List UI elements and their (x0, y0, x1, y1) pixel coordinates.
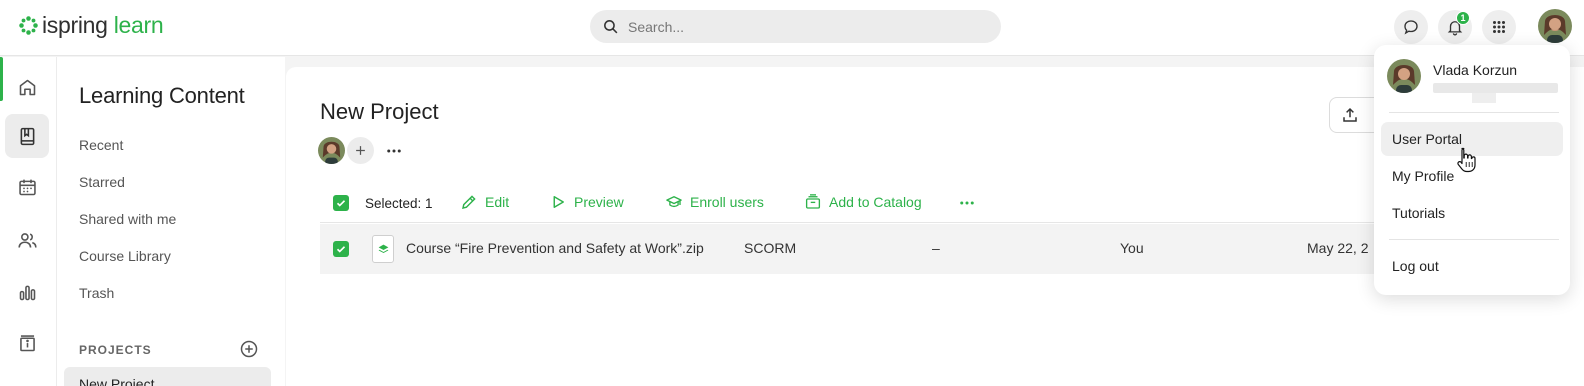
nav-reports[interactable] (5, 270, 49, 314)
info-icon (19, 334, 35, 351)
scorm-file-icon (372, 235, 394, 263)
selection-toolbar: Selected: 1 Edit Preview Enroll users Ad… (320, 185, 1400, 223)
check-icon (336, 246, 346, 253)
menu-item-log-out[interactable]: Log out (1381, 249, 1563, 283)
row-checkbox[interactable] (333, 241, 349, 257)
ispring-learn-logo[interactable]: ispring learn (18, 11, 164, 39)
avatar-image (318, 137, 345, 164)
file-date: May 22, 2 (1307, 240, 1369, 256)
notifications-button[interactable]: 1 (1438, 10, 1472, 44)
catalog-icon (805, 194, 821, 209)
calendar-icon (18, 179, 36, 195)
project-title: New Project (320, 99, 439, 124)
content-sidebar: Learning Content Recent Starred Shared w… (57, 57, 285, 386)
chart-icon (19, 285, 35, 300)
add-to-catalog-button[interactable]: Add to Catalog (804, 193, 922, 211)
add-project-icon[interactable] (239, 339, 259, 359)
project-more-button[interactable] (382, 139, 406, 163)
sidebar-link-course-library[interactable]: Course Library (79, 248, 171, 264)
member-avatar[interactable] (318, 137, 345, 164)
nav-calendar[interactable] (5, 165, 49, 209)
toolbar-more-button[interactable] (956, 194, 978, 212)
hand-pointer-cursor-icon (1457, 147, 1476, 173)
file-owner: You (1120, 240, 1144, 256)
chat-button[interactable] (1394, 10, 1428, 44)
logo-text: ispring learn (42, 11, 164, 39)
nav-learning-content[interactable] (5, 114, 49, 158)
edit-button[interactable]: Edit (460, 193, 509, 211)
user-name: Vlada Korzun (1433, 62, 1518, 78)
apps-grid-icon (1493, 21, 1505, 33)
layers-icon (378, 244, 388, 253)
nav-home[interactable] (5, 65, 49, 109)
file-name[interactable]: Course “Fire Prevention and Safety at Wo… (406, 240, 704, 256)
left-nav-rail (0, 57, 57, 386)
graduation-cap-icon (666, 196, 682, 208)
pencil-icon (462, 195, 476, 209)
sidebar-link-recent[interactable]: Recent (79, 137, 123, 153)
nav-info[interactable] (5, 321, 49, 365)
file-status: – (932, 240, 940, 256)
sidebar-title: Learning Content (79, 83, 245, 108)
user-menu-avatar (1387, 59, 1421, 93)
add-member-button[interactable] (347, 137, 374, 164)
home-icon (19, 79, 35, 95)
edit-label: Edit (485, 194, 510, 210)
top-header: ispring learn 1 (0, 0, 1584, 56)
menu-divider (1389, 239, 1559, 240)
search-bar[interactable] (590, 10, 1001, 43)
table-row[interactable]: Course “Fire Prevention and Safety at Wo… (320, 224, 1400, 274)
avatar-image (1387, 59, 1421, 93)
play-icon (553, 196, 564, 208)
sidebar-link-shared[interactable]: Shared with me (79, 211, 176, 227)
sidebar-link-trash[interactable]: Trash (79, 285, 114, 301)
menu-divider (1389, 112, 1559, 113)
nav-users[interactable] (5, 218, 49, 262)
more-horizontal-icon (960, 201, 974, 205)
enroll-users-label: Enroll users (690, 194, 764, 210)
apps-button[interactable] (1482, 10, 1516, 44)
sidebar-link-starred[interactable]: Starred (79, 174, 125, 190)
select-all-checkbox[interactable] (333, 195, 349, 211)
active-nav-indicator (0, 57, 3, 101)
file-type: SCORM (744, 240, 797, 256)
user-email-redacted-fragment (1472, 93, 1496, 103)
sidebar-project-new-project[interactable]: New Project (64, 367, 271, 386)
check-icon (336, 200, 346, 207)
chat-icon (1404, 20, 1418, 35)
enroll-users-button[interactable]: Enroll users (665, 193, 764, 211)
logo-text-learn: learn (113, 11, 164, 38)
search-input[interactable] (628, 18, 988, 35)
avatar-image (1538, 9, 1572, 43)
logo-icon (19, 15, 38, 35)
notification-badge: 1 (1456, 11, 1470, 25)
search-icon (604, 20, 618, 34)
preview-label: Preview (574, 194, 624, 210)
book-icon (20, 127, 34, 145)
menu-item-tutorials[interactable]: Tutorials (1381, 196, 1563, 230)
users-icon (17, 232, 37, 248)
selected-count-label: Selected: 1 (365, 196, 433, 211)
more-horizontal-icon (387, 149, 401, 153)
plus-icon (356, 146, 365, 155)
user-email-redacted (1433, 83, 1558, 93)
projects-section-label: PROJECTS (79, 343, 152, 357)
upload-icon (1343, 107, 1357, 122)
preview-button[interactable]: Preview (549, 193, 624, 211)
add-to-catalog-label: Add to Catalog (829, 194, 922, 210)
logo-text-ispring: ispring (42, 11, 108, 38)
user-avatar-button[interactable] (1538, 9, 1572, 43)
